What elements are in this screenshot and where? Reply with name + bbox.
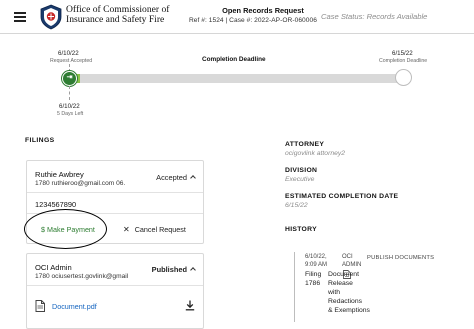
history-desc-line4: Redactions [328,298,363,305]
agency-name-line2: Insurance and Safety Fire [66,14,165,25]
history-label: HISTORY [285,226,317,233]
timeline-days-left: 5 Days Left [57,111,84,117]
history-desc-line3: with [328,289,341,296]
agency-name: Office of Commissioner of Insurance and … [66,5,186,25]
filer-name: OCI Admin [35,263,72,272]
history-desc-line1: Document [328,271,359,278]
document-row: Document.pdf [35,300,195,312]
current-step-icon: ⇥ [62,71,77,86]
cancel-request-button[interactable]: ✕ Cancel Request [123,225,186,234]
estimated-completion-label: ESTIMATED COMPLETION DATE [285,193,399,200]
timeline-start-date: 6/10/22 [58,50,79,57]
history-timeline-line [294,252,295,322]
cancel-request-label: Cancel Request [134,225,186,234]
reference-line: Ref #: 1524 | Case #: 2022-AP-OR-060006 [189,17,317,24]
filer-details: 1780 ociusertest.govlink@gmail [35,273,129,280]
filing-card-ruthie[interactable]: Ruthie Awbrey 1780 ruthieroo@gmail.com 0… [26,160,204,244]
filer-details: 1780 ruthieroo@gmail.com 06. [35,180,126,187]
history-action: PUBLISH DOCUMENTS [367,255,435,261]
current-marker-line [69,86,70,100]
division-value: Executive [285,176,315,183]
timeline-deadline-heading: Completion Deadline [202,56,266,63]
card-divider [27,213,203,214]
filing-status-toggle[interactable]: Accepted [156,173,196,182]
filing-status: Published [151,265,187,274]
app-header: Office of Commissioner of Insurance and … [0,0,474,34]
document-icon [35,300,45,312]
history-filing-number: 1786 [305,280,321,287]
history-time: 9:09 AM [305,262,328,268]
history-filing-label: Filing [305,271,322,278]
close-icon: ✕ [123,225,130,234]
history-date: 6/10/22, [305,254,327,260]
page-title: Open Records Request [222,6,304,15]
chevron-up-icon [190,267,196,273]
chevron-up-icon [190,175,196,181]
filing-card-oci-admin[interactable]: OCI Admin 1780 ociusertest.govlink@gmail… [26,253,204,329]
attorney-label: ATTORNEY [285,141,325,148]
document-link[interactable]: Document.pdf [52,302,97,311]
division-label: DIVISION [285,167,318,174]
history-desc-line2: Release [328,280,353,287]
card-divider [27,285,203,286]
history-actor-line2: ADMIN [342,262,362,268]
filings-heading: FILINGS [25,137,55,144]
card-divider [27,192,203,193]
timeline-end-label: Completion Deadline [379,58,428,64]
history-desc-line5: & Exemptions [328,307,370,314]
attorney-value: ocigovlink attorney2 [285,150,346,157]
timeline-start-label: Request Accepted [50,58,93,64]
make-payment-button[interactable]: $ Make Payment [41,225,95,234]
filing-status: Accepted [156,173,187,182]
filer-name: Ruthie Awbrey [35,170,84,179]
timeline-current-date: 6/10/22 [59,103,80,110]
filer-phone: 1234567890 [35,200,77,209]
progress-track [65,74,405,83]
download-icon[interactable] [185,300,195,311]
case-status: Case Status: Records Available [321,12,428,21]
estimated-completion-value: 6/15/22 [285,202,308,209]
filing-status-toggle[interactable]: Published [151,265,196,274]
agency-seal-logo [40,4,62,30]
deadline-node-icon [395,69,412,86]
history-actor-line1: OCI [342,254,353,260]
hamburger-menu-icon[interactable] [14,12,26,22]
timeline-end-date: 6/15/22 [392,50,413,57]
